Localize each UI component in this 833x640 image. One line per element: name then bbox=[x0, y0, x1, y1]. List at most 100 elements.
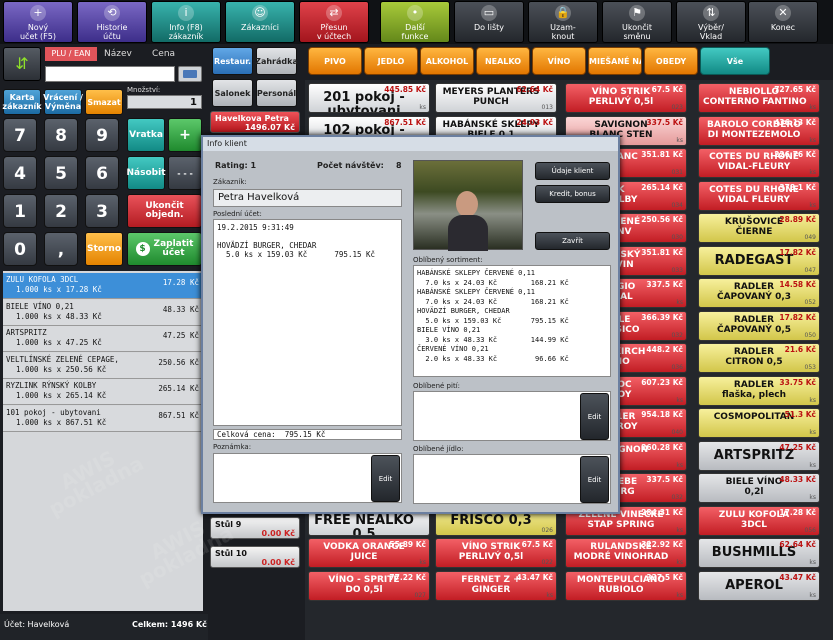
toolbar-button-6[interactable]: ▭ Do lišty bbox=[454, 1, 524, 43]
customer-name-field[interactable]: Petra Havelková bbox=[213, 189, 402, 207]
customer-data-button[interactable]: Údaje klient bbox=[535, 162, 610, 180]
product-button[interactable]: VÍNO - SPRITE DO 0,5l 77.22 Kč 027 bbox=[308, 570, 430, 601]
search-tab-price[interactable]: Cena bbox=[152, 47, 186, 61]
cart-item[interactable]: BIELE VÍNO 0,21 1.000 ks x 48.33 Kč 48.33 … bbox=[3, 299, 203, 326]
category-tab-jedlo[interactable]: JEDLO bbox=[364, 47, 418, 75]
keypad-key-8[interactable]: 8 bbox=[44, 118, 78, 152]
search-tab-name[interactable]: Název bbox=[104, 47, 144, 61]
area-salonek[interactable]: Salonek bbox=[212, 79, 253, 107]
keypad-key-5[interactable]: 5 bbox=[44, 156, 78, 190]
favorite-drinks-label: Oblíbené pití: bbox=[413, 382, 460, 390]
food-edit-button[interactable]: Edit bbox=[580, 456, 609, 503]
product-code: ks bbox=[809, 461, 816, 469]
return-exchange-button[interactable]: Vrácení / Výměna bbox=[43, 89, 83, 115]
toolbar-button-7[interactable]: 🔒 Uzam- knout bbox=[528, 1, 598, 43]
toolbar-button-8[interactable]: ⚑ Ukončit směnu bbox=[602, 1, 672, 43]
table-button[interactable]: Stůl 10 0.00 Kč bbox=[210, 546, 300, 568]
keypad-key-1[interactable]: 1 bbox=[3, 194, 37, 228]
keypad-key-9[interactable]: 9 bbox=[85, 118, 119, 152]
table-button[interactable]: Stůl 9 0.00 Kč bbox=[210, 517, 300, 539]
cart-item-price: 47.25 Kč bbox=[162, 331, 199, 340]
product-button[interactable]: COSMOPOLITAN 51.3 Kč ks bbox=[698, 408, 820, 438]
product-button[interactable]: RADEGAST 17.82 Kč 047 bbox=[698, 245, 820, 276]
product-button[interactable]: COTES DU RHONE VIDAL FLEURY 378.1 Kč ks bbox=[698, 180, 820, 211]
keyboard-button[interactable] bbox=[178, 66, 202, 82]
category-tab-mie-an-n-poj[interactable]: MIEŠANÉ NÁPOJ bbox=[588, 47, 642, 75]
toolbar-button-9[interactable]: ⇅ Výběr/ Vklad bbox=[676, 1, 746, 43]
product-button[interactable]: RADLER ČAPOVANÝ 0,5 17.82 Kč 050 bbox=[698, 310, 820, 341]
cart-item[interactable]: RYZLINK RÝNSKÝ KOLBY 1.000 ks x 265.14 Kč… bbox=[3, 379, 203, 405]
drinks-edit-button[interactable]: Edit bbox=[580, 393, 609, 440]
product-button[interactable]: VÍNO STRIK PERLIVÝ 0,5l 67.5 Kč 022 bbox=[435, 538, 557, 568]
category-tab-obedy[interactable]: OBEDY bbox=[644, 47, 698, 75]
product-button[interactable]: BUSHMILLS 62.64 Kč ks bbox=[698, 538, 820, 568]
quantity-input[interactable]: 1 bbox=[127, 95, 202, 109]
toolbar-button-4[interactable]: ⇄ Přesun v účtech bbox=[299, 1, 369, 43]
keypad-key-3[interactable]: 3 bbox=[85, 194, 119, 228]
product-button[interactable]: 201 pokoj - ubytovani 445.85 Kč ks bbox=[308, 83, 430, 113]
product-button[interactable]: MONTEPULCIANO RUBIOLO 337.5 Kč ks bbox=[565, 570, 687, 601]
scroll-arrow-button[interactable]: ⇵ bbox=[3, 47, 41, 81]
product-button[interactable]: APEROL 43.47 Kč ks bbox=[698, 570, 820, 601]
product-price: 51.3 Kč bbox=[784, 410, 816, 419]
storno-button[interactable]: Storno bbox=[85, 232, 123, 266]
product-button[interactable]: COTES DU RHONE VIDAL-FLEURY 226.76 Kč ks bbox=[698, 148, 820, 178]
product-button[interactable]: ARTSPRITZ 47.25 Kč ks bbox=[698, 440, 820, 471]
search-tab-plu[interactable]: PLU / EAN bbox=[45, 47, 97, 61]
credit-bonus-button[interactable]: Kredit, bonus bbox=[535, 185, 610, 203]
cart-item[interactable]: VELTLÍNSKÉ ZELENÉ CEPAGE, 1.000 ks x 250.… bbox=[3, 352, 203, 379]
customer-card-button[interactable]: Karta zákazník bbox=[2, 89, 42, 115]
toolbar-button-1[interactable]: ⟲ Historie účtu bbox=[77, 1, 147, 43]
toolbar-button-3[interactable]: ☺ Zákazníci bbox=[225, 1, 295, 43]
keypad-key-comma[interactable]: , bbox=[44, 232, 78, 266]
keypad-key-0[interactable]: 0 bbox=[3, 232, 37, 266]
search-input[interactable] bbox=[45, 66, 175, 82]
product-button[interactable]: RADLER CITRON 0,5 21.6 Kč 053 bbox=[698, 343, 820, 373]
delete-button[interactable]: Smazat bbox=[85, 89, 123, 115]
area-person-l[interactable]: Personál bbox=[256, 79, 297, 107]
area-zahr-dka[interactable]: Zahrádka bbox=[255, 47, 298, 75]
product-button[interactable]: BIELE VÍNO 0,2l 48.33 Kč ks bbox=[698, 473, 820, 503]
close-dialog-button[interactable]: Zavřít bbox=[535, 232, 610, 250]
table-button[interactable]: Havelkova Petra 1496.07 Kč bbox=[210, 111, 300, 133]
category-tab-pivo[interactable]: PIVO bbox=[308, 47, 362, 75]
category-tab-v-no[interactable]: VÍNO bbox=[532, 47, 586, 75]
product-button[interactable]: ZULU KOFOLA 3DCL 17.28 Kč 056 bbox=[698, 505, 820, 536]
product-button[interactable]: RADLER flaška, plech 33.75 Kč ks bbox=[698, 375, 820, 406]
finish-order-button[interactable]: Ukončit objedn. bbox=[127, 194, 202, 228]
pay-account-button[interactable]: $ Zaplatit účet bbox=[127, 232, 202, 266]
keypad-key-6[interactable]: 6 bbox=[85, 156, 119, 190]
product-button[interactable]: VÍNO STRIK PERLIVÝ 0,5l 67.5 Kč 023 bbox=[565, 83, 687, 113]
table-amount: 1496.07 Kč bbox=[244, 123, 295, 132]
category-tab-alkohol[interactable]: ALKOHOL bbox=[420, 47, 474, 75]
multiply-button[interactable]: Násobit bbox=[127, 156, 166, 190]
toolbar-button-0[interactable]: + Nový učet (F5) bbox=[3, 1, 73, 43]
product-button[interactable]: RULANDSKÉ MODRÉ VINOHRAD 322.92 Kč ks bbox=[565, 538, 687, 568]
cart-item[interactable]: 101 pokoj - ubytovani 1.000 ks x 867.51 K… bbox=[3, 405, 203, 432]
toolbar-button-10[interactable]: ✕ Konec bbox=[748, 1, 818, 43]
product-button[interactable]: VODKA ORANGE JUICE 55.89 Kč ks bbox=[308, 538, 430, 568]
area-restaur[interactable]: Restaur. bbox=[212, 47, 253, 75]
product-price: 284.31 Kč bbox=[641, 507, 683, 517]
note-edit-button[interactable]: Edit bbox=[371, 455, 400, 502]
category-tab-nealko[interactable]: NEALKO bbox=[476, 47, 530, 75]
plus-button[interactable]: + bbox=[168, 118, 202, 152]
product-button[interactable]: MEYERS PLANTERS PUNCH 62.64 Kč 013 bbox=[435, 83, 557, 113]
toolbar-label: Přesun v účtech bbox=[316, 23, 352, 41]
cart-item[interactable]: ARTSPRITZ 1.000 ks x 47.25 Kč 47.25 Kč bbox=[3, 326, 203, 352]
product-button[interactable]: FERNET Z + GINGER 43.47 Kč ks bbox=[435, 570, 557, 601]
product-button[interactable]: RADLER ČAPOVANÝ 0,3 14.58 Kč 052 bbox=[698, 278, 820, 308]
keypad-key-7[interactable]: 7 bbox=[3, 118, 37, 152]
keypad-key-4[interactable]: 4 bbox=[3, 156, 37, 190]
toolbar-button-5[interactable]: • Další funkce bbox=[380, 1, 450, 43]
cart-item[interactable]: ZULU KOFOLA 3DCL 1.000 ks x 17.28 Kč 17.28… bbox=[3, 273, 203, 299]
product-code: 033 bbox=[671, 266, 683, 274]
toolbar-button-2[interactable]: i Info (F8) zákazník bbox=[151, 1, 221, 43]
product-button[interactable]: NEBIOLLO CONTERNO FANTINO 727.65 Kč ks bbox=[698, 83, 820, 113]
product-button[interactable]: KRUŠOVICE ČIERNE 28.89 Kč 049 bbox=[698, 213, 820, 243]
category-tab-v-e[interactable]: Vše bbox=[700, 47, 770, 75]
dots-button[interactable]: - - - bbox=[168, 156, 202, 190]
product-button[interactable]: BAROLO CORDERO DI MONTEZEMOLO 436.13 Kč ks bbox=[698, 115, 820, 146]
keypad-key-2[interactable]: 2 bbox=[44, 194, 78, 228]
return-button[interactable]: Vratka bbox=[127, 118, 165, 152]
